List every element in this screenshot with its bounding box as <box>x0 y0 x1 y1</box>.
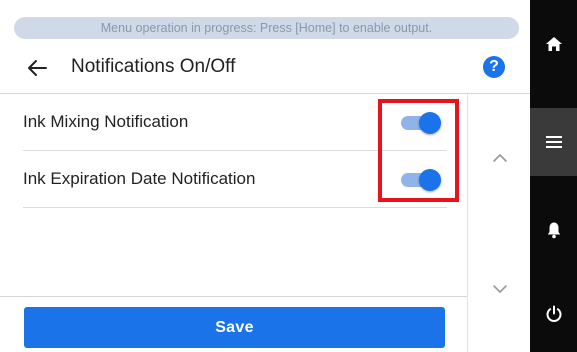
chevron-down-icon[interactable] <box>492 282 508 294</box>
save-button[interactable]: Save <box>24 307 445 348</box>
nav-power-button[interactable] <box>530 280 577 348</box>
help-icon[interactable]: ? <box>483 56 505 78</box>
nav-menu-button[interactable] <box>530 108 577 176</box>
back-arrow-icon[interactable] <box>26 57 48 79</box>
page-title: Notifications On/Off <box>71 56 236 77</box>
footer-divider <box>0 296 467 297</box>
chevron-up-icon[interactable] <box>492 151 508 163</box>
status-banner: Menu operation in progress: Press [Home]… <box>14 17 519 39</box>
row-divider <box>23 207 447 208</box>
nav-notifications-button[interactable] <box>530 196 577 264</box>
header: Notifications On/Off ? <box>0 45 530 93</box>
setting-label: Ink Expiration Date Notification <box>23 169 256 188</box>
setting-label: Ink Mixing Notification <box>23 112 189 131</box>
nav-home-button[interactable] <box>530 0 577 88</box>
scroll-column <box>467 94 530 352</box>
highlight-box <box>378 99 459 202</box>
side-navbar <box>530 0 577 352</box>
